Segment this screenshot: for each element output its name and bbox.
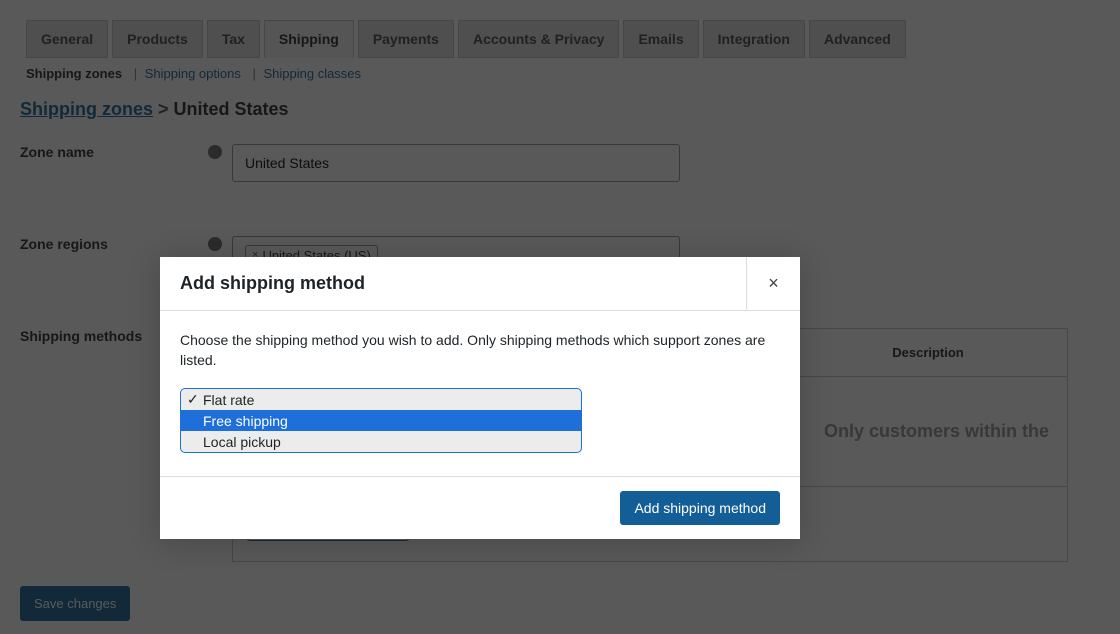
modal-footer: Add shipping method bbox=[160, 476, 800, 539]
shipping-method-dropdown[interactable]: ✓ Flat rate Free shipping Local pickup bbox=[180, 388, 582, 453]
dropdown-option-local-pickup[interactable]: Local pickup bbox=[181, 431, 581, 452]
modal-title: Add shipping method bbox=[160, 273, 746, 294]
dropdown-option-flat-rate[interactable]: ✓ Flat rate bbox=[181, 389, 581, 410]
modal-header: Add shipping method × bbox=[160, 257, 800, 311]
dropdown-option-label: Local pickup bbox=[203, 434, 281, 450]
dropdown-option-label: Flat rate bbox=[203, 392, 254, 408]
check-icon: ✓ bbox=[187, 391, 199, 408]
modal-close-button[interactable]: × bbox=[746, 257, 800, 311]
modal-body-text: Choose the shipping method you wish to a… bbox=[180, 331, 780, 370]
page-root: General Products Tax Shipping Payments A… bbox=[0, 0, 1120, 634]
dropdown-option-free-shipping[interactable]: Free shipping bbox=[181, 410, 581, 431]
modal-submit-button[interactable]: Add shipping method bbox=[620, 491, 780, 525]
dropdown-option-label: Free shipping bbox=[203, 413, 288, 429]
